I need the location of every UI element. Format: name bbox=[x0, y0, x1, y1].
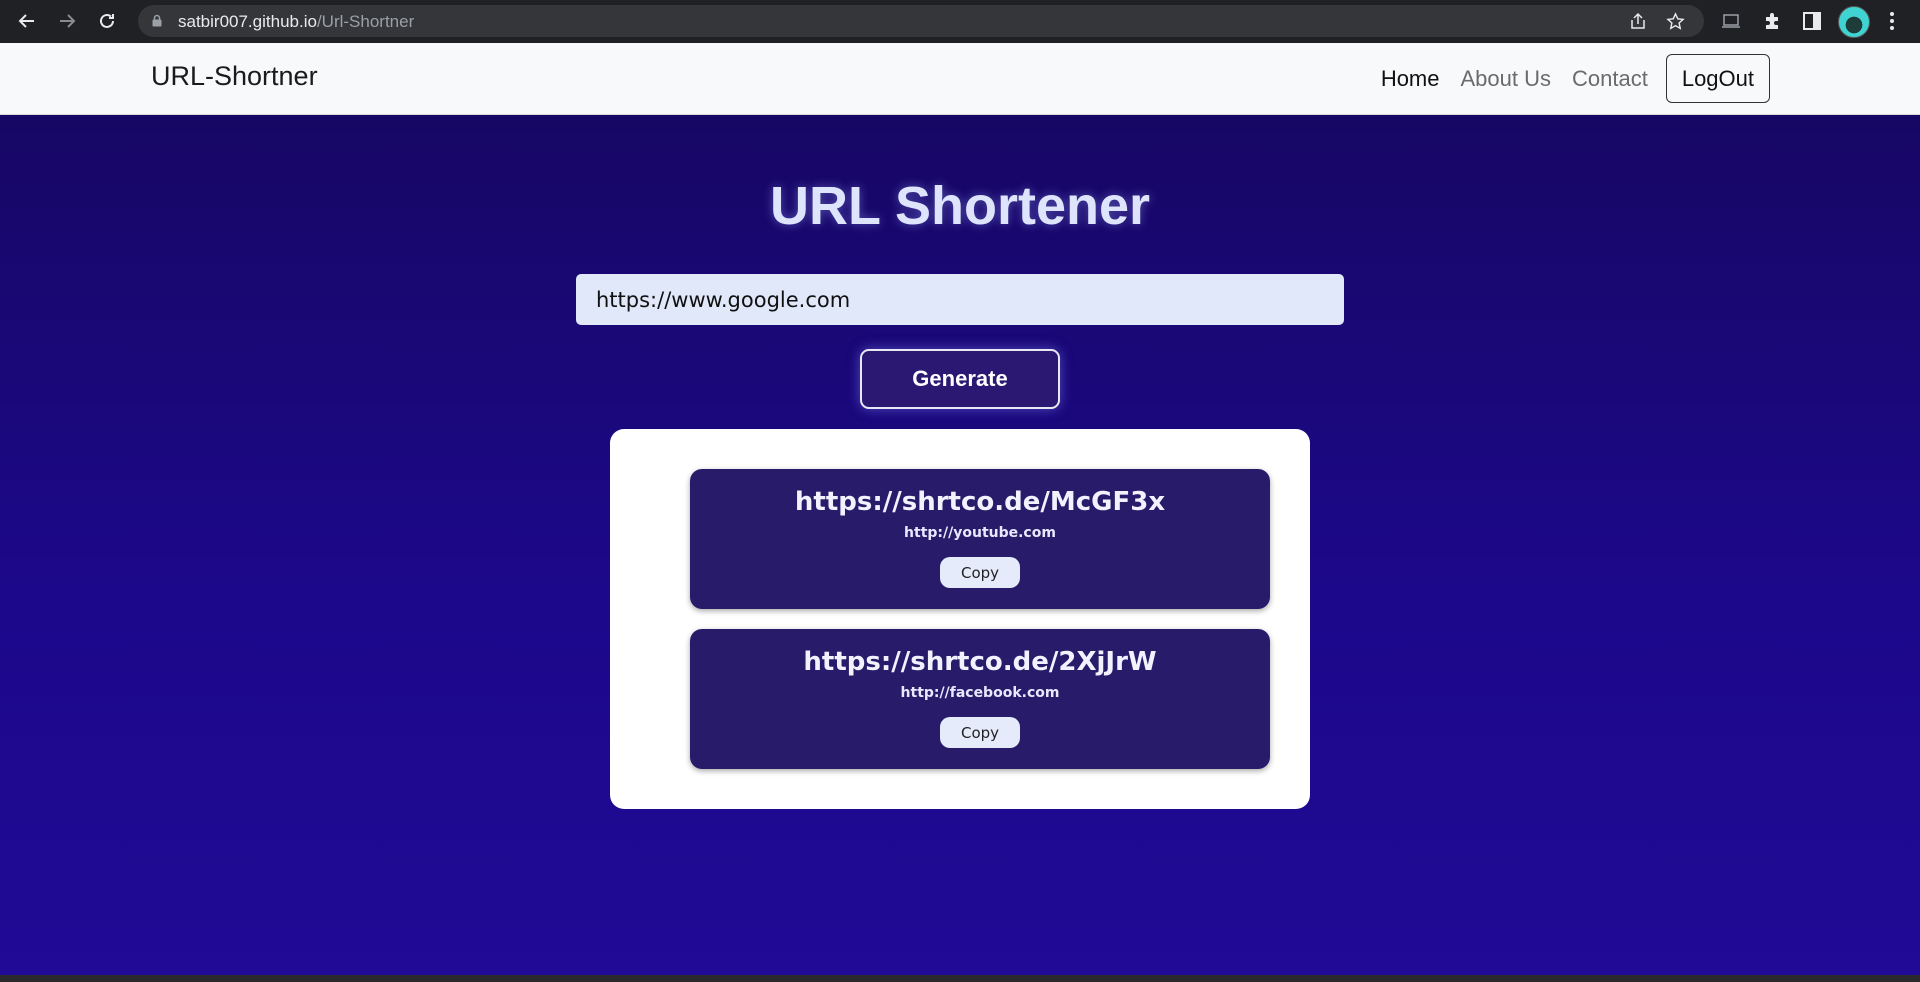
url-path: /Url-Shortner bbox=[316, 12, 415, 31]
nav-links: Home About Us Contact LogOut bbox=[1360, 43, 1920, 114]
copy-button[interactable]: Copy bbox=[940, 557, 1020, 588]
brand-logo[interactable]: URL-Shortner bbox=[151, 61, 318, 92]
bookmark-star-icon[interactable] bbox=[1664, 10, 1686, 32]
logout-button[interactable]: LogOut bbox=[1665, 54, 1770, 103]
short-url: https://shrtco.de/McGF3x bbox=[794, 487, 1166, 517]
side-panel-icon[interactable] bbox=[1800, 9, 1824, 33]
nav-link-home[interactable]: Home bbox=[1381, 66, 1440, 92]
forward-arrow-icon[interactable] bbox=[54, 8, 80, 34]
generate-button[interactable]: Generate bbox=[860, 349, 1060, 409]
short-url: https://shrtco.de/2XjJrW bbox=[803, 647, 1157, 677]
profile-avatar[interactable] bbox=[1838, 6, 1870, 38]
lock-icon bbox=[152, 14, 162, 27]
original-url: http://youtube.com bbox=[904, 525, 1056, 541]
site-navbar: URL-Shortner Home About Us Contact LogOu… bbox=[0, 43, 1920, 115]
url-host: satbir007.github.io bbox=[178, 12, 317, 31]
results-panel: https://shrtco.de/McGF3x http://youtube.… bbox=[610, 429, 1310, 809]
page-title: URL Shortener bbox=[769, 176, 1151, 236]
extensions-puzzle-icon[interactable] bbox=[1760, 9, 1784, 33]
nav-link-about-us[interactable]: About Us bbox=[1461, 66, 1552, 92]
cast-icon[interactable] bbox=[1719, 9, 1743, 33]
address-bar[interactable]: satbir007.github.io/Url-Shortner bbox=[138, 5, 1704, 37]
result-card: https://shrtco.de/2XjJrW http://facebook… bbox=[690, 629, 1270, 769]
share-icon[interactable] bbox=[1627, 10, 1649, 32]
result-card: https://shrtco.de/McGF3x http://youtube.… bbox=[690, 469, 1270, 609]
more-menu-icon[interactable] bbox=[1880, 9, 1904, 33]
main-content: URL Shortener Generate https://shrtco.de… bbox=[0, 115, 1920, 975]
original-url: http://facebook.com bbox=[900, 685, 1060, 701]
nav-link-contact[interactable]: Contact bbox=[1572, 66, 1648, 92]
bottom-edge bbox=[0, 975, 1920, 982]
back-arrow-icon[interactable] bbox=[14, 8, 40, 34]
copy-button[interactable]: Copy bbox=[940, 717, 1020, 748]
browser-toolbar: satbir007.github.io/Url-Shortner bbox=[0, 0, 1920, 43]
address-url: satbir007.github.io/Url-Shortner bbox=[178, 12, 414, 32]
url-input[interactable] bbox=[576, 274, 1344, 325]
reload-icon[interactable] bbox=[94, 8, 120, 34]
